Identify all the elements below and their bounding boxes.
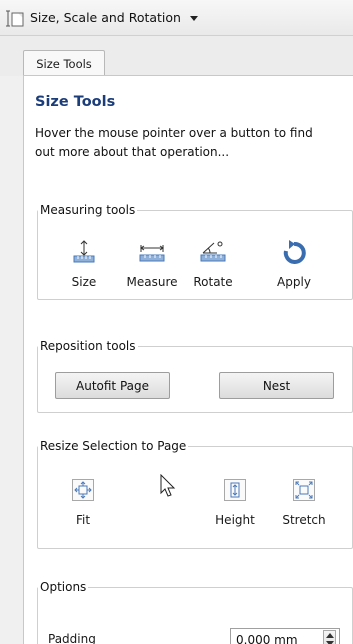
measuring-tools-legend: Measuring tools [40,203,136,217]
options-legend: Options [40,580,87,594]
apply-tool-label: Apply [277,275,311,289]
padding-spinbox[interactable] [230,628,340,644]
autofit-page-button[interactable]: Autofit Page [55,372,170,399]
fit-icon [74,481,92,499]
padding-input[interactable] [231,629,321,644]
header-title: Size, Scale and Rotation [30,10,181,25]
fit-tool-label: Fit [75,513,91,527]
spin-up-icon[interactable] [325,632,334,638]
page-title: Size Tools [35,94,116,110]
measure-tool-label: Measure [126,275,178,289]
tab-size-tools[interactable]: Size Tools [23,50,105,76]
rotate-tool-label: Rotate [193,275,233,289]
padding-label: Padding [48,632,96,644]
nest-button[interactable]: Nest [219,372,334,399]
padding-spin-arrows[interactable] [323,630,336,644]
rotate-tool-button[interactable]: Rotate [183,239,243,289]
height-tool-button[interactable]: Height [205,477,265,527]
size-tool-label: Size [71,275,97,289]
size-icon [73,240,95,263]
apply-rotate-icon [283,240,306,264]
measure-tool-button[interactable]: Measure [122,239,182,289]
height-tool-label: Height [215,513,255,527]
rotate-angle-icon [200,241,226,262]
measuring-tools-group: Measuring tools Size Measure Rotate Appl… [37,203,353,300]
reposition-tools-group: Reposition tools Autofit Page Nest [37,339,353,413]
stretch-icon [295,481,313,499]
reposition-tools-legend: Reposition tools [40,339,136,353]
panel-description: Hover the mouse pointer over a button to… [35,126,313,159]
stretch-tool-label: Stretch [282,513,326,527]
mouse-cursor-icon [160,474,176,497]
tab-bar: Size Tools [0,36,353,76]
chevron-down-icon[interactable] [189,13,199,23]
apply-tool-button[interactable]: Apply [264,239,324,289]
size-tools-panel: Size Tools Hover the mouse pointer over … [23,75,353,644]
panel-header[interactable]: Size, Scale and Rotation [0,0,353,36]
size-tool-button[interactable]: Size [54,239,114,289]
measure-icon [139,245,165,262]
fit-tool-button[interactable]: Fit [53,477,113,527]
height-icon [230,482,240,498]
size-scale-rotation-icon [6,10,24,26]
options-group: Options Padding [37,580,353,644]
stretch-tool-button[interactable]: Stretch [274,477,334,527]
resize-selection-legend: Resize Selection to Page [40,439,187,453]
resize-selection-group: Resize Selection to Page Fit Height Stre… [37,439,353,549]
